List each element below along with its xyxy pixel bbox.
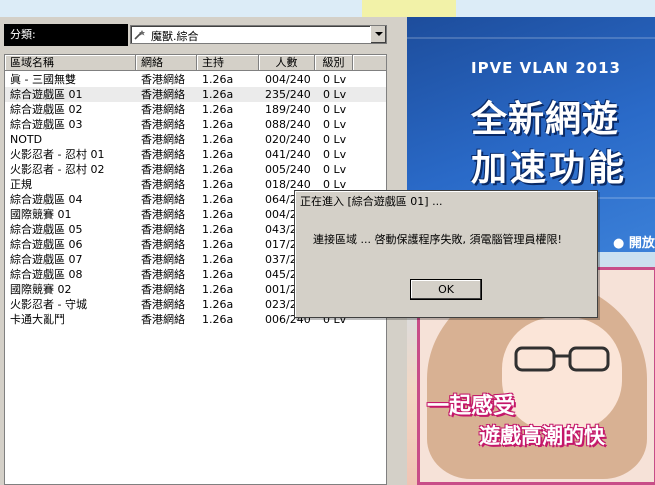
room-host: 1.26a xyxy=(202,238,234,251)
room-name: 正規 xyxy=(10,178,32,191)
column-header-filler xyxy=(353,55,386,71)
room-players: 235/240 xyxy=(265,88,311,101)
room-network: 香港網絡 xyxy=(141,118,185,131)
category-label: 分類: xyxy=(4,24,128,46)
wand-icon xyxy=(134,30,145,40)
room-players: 020/240 xyxy=(265,133,311,146)
room-host: 1.26a xyxy=(202,253,234,266)
room-name: 卡通大亂鬥 xyxy=(10,313,65,326)
table-row[interactable]: 火影忍者 - 忍村 02 香港網絡 1.26a 005/240 0 Lv xyxy=(5,162,386,177)
table-row[interactable]: 綜合遊戲區 03 香港網絡 1.26a 088/240 0 Lv xyxy=(5,117,386,132)
banner-headline-2: 加速功能 xyxy=(471,148,628,189)
room-name: 綜合遊戲區 01 xyxy=(10,88,83,101)
room-host: 1.26a xyxy=(202,268,234,281)
dialog-title: 正在進入 [綜合遊戲區 01] ... xyxy=(297,193,595,211)
room-players: 189/240 xyxy=(265,103,311,116)
room-name: 國際競賽 01 xyxy=(10,208,72,221)
column-header-host[interactable]: 主持 xyxy=(197,55,259,71)
room-name: 綜合遊戲區 04 xyxy=(10,193,83,206)
room-name: 綜合遊戲區 07 xyxy=(10,253,83,266)
room-level: 0 Lv xyxy=(323,118,347,131)
banner-open-text: ● 開放 xyxy=(613,236,655,251)
room-network: 香港網絡 xyxy=(141,268,185,281)
room-name: 綜合遊戲區 06 xyxy=(10,238,83,251)
column-header-level[interactable]: 級別 xyxy=(315,55,353,71)
chevron-down-icon[interactable] xyxy=(370,26,386,43)
room-network: 香港網絡 xyxy=(141,88,185,101)
room-network: 香港網絡 xyxy=(141,163,185,176)
top-strip-highlight xyxy=(362,0,456,17)
table-row[interactable]: 綜合遊戲區 02 香港網絡 1.26a 189/240 0 Lv xyxy=(5,102,386,117)
dialog-message: 連接區域 ... 啓動保護程序失敗, 須電腦管理員權限! xyxy=(313,233,562,246)
banner-subtitle-1: 一起感受 xyxy=(427,394,516,419)
room-name: 火影忍者 - 忍村 02 xyxy=(10,163,105,176)
ok-button[interactable]: OK xyxy=(410,279,482,300)
table-row[interactable]: 火影忍者 - 忍村 01 香港網絡 1.26a 041/240 0 Lv xyxy=(5,147,386,162)
room-network: 香港網絡 xyxy=(141,103,185,116)
room-level: 0 Lv xyxy=(323,73,347,86)
room-host: 1.26a xyxy=(202,103,234,116)
room-name: 綜合遊戲區 08 xyxy=(10,268,83,281)
room-players: 004/240 xyxy=(265,73,311,86)
room-network: 香港網絡 xyxy=(141,313,185,326)
room-players: 088/240 xyxy=(265,118,311,131)
column-header-network[interactable]: 網絡 xyxy=(136,55,197,71)
room-level: 0 Lv xyxy=(323,133,347,146)
room-name: 綜合遊戲區 05 xyxy=(10,223,83,236)
room-host: 1.26a xyxy=(202,88,234,101)
room-network: 香港網絡 xyxy=(141,73,185,86)
error-dialog: 正在進入 [綜合遊戲區 01] ... 連接區域 ... 啓動保護程序失敗, 須… xyxy=(294,190,598,318)
column-header-name[interactable]: 區域名稱 xyxy=(5,55,136,71)
room-host: 1.26a xyxy=(202,313,234,326)
room-host: 1.26a xyxy=(202,148,234,161)
banner-logo-text: IPVE VLAN 2013 xyxy=(471,59,621,77)
room-players: 041/240 xyxy=(265,148,311,161)
category-bar: 分類: 魔獸.綜合 xyxy=(4,24,387,46)
room-host: 1.26a xyxy=(202,118,234,131)
room-host: 1.26a xyxy=(202,163,234,176)
glasses-icon xyxy=(514,346,610,372)
column-header-players[interactable]: 人數 xyxy=(259,55,315,71)
room-network: 香港網絡 xyxy=(141,223,185,236)
room-host: 1.26a xyxy=(202,283,234,296)
room-level: 0 Lv xyxy=(323,103,347,116)
room-name: 眞 - 三國無雙 xyxy=(10,73,76,86)
room-name: 國際競賽 02 xyxy=(10,283,72,296)
room-network: 香港網絡 xyxy=(141,238,185,251)
category-selected-value: 魔獸.綜合 xyxy=(151,30,199,43)
table-row[interactable]: NOTD 香港網絡 1.26a 020/240 0 Lv xyxy=(5,132,386,147)
room-table-header: 區域名稱 網絡 主持 人數 級別 xyxy=(5,55,386,71)
room-name: 火影忍者 - 守城 xyxy=(10,298,87,311)
room-host: 1.26a xyxy=(202,73,234,86)
room-level: 0 Lv xyxy=(323,88,347,101)
table-row[interactable]: 眞 - 三國無雙 香港網絡 1.26a 004/240 0 Lv xyxy=(5,72,386,87)
room-host: 1.26a xyxy=(202,133,234,146)
room-network: 香港網絡 xyxy=(141,178,185,191)
room-host: 1.26a xyxy=(202,193,234,206)
banner-subtitle-2: 遊戲高潮的快 xyxy=(479,424,605,448)
top-strip xyxy=(0,0,655,17)
room-network: 香港網絡 xyxy=(141,148,185,161)
room-network: 香港網絡 xyxy=(141,283,185,296)
room-level: 0 Lv xyxy=(323,148,347,161)
room-host: 1.26a xyxy=(202,208,234,221)
room-network: 香港網絡 xyxy=(141,253,185,266)
banner-headline-1: 全新網遊 xyxy=(471,99,620,140)
room-host: 1.26a xyxy=(202,223,234,236)
room-name: 火影忍者 - 忍村 01 xyxy=(10,148,105,161)
room-name: NOTD xyxy=(10,133,43,146)
room-network: 香港網絡 xyxy=(141,193,185,206)
room-network: 香港網絡 xyxy=(141,298,185,311)
category-select[interactable]: 魔獸.綜合 xyxy=(130,25,387,44)
room-host: 1.26a xyxy=(202,178,234,191)
room-network: 香港網絡 xyxy=(141,208,185,221)
banner-character-face xyxy=(502,317,622,432)
room-level: 0 Lv xyxy=(323,163,347,176)
room-name: 綜合遊戲區 02 xyxy=(10,103,83,116)
room-network: 香港網絡 xyxy=(141,133,185,146)
room-name: 綜合遊戲區 03 xyxy=(10,118,83,131)
room-host: 1.26a xyxy=(202,298,234,311)
room-players: 005/240 xyxy=(265,163,311,176)
table-row[interactable]: 綜合遊戲區 01 香港網絡 1.26a 235/240 0 Lv xyxy=(5,87,386,102)
